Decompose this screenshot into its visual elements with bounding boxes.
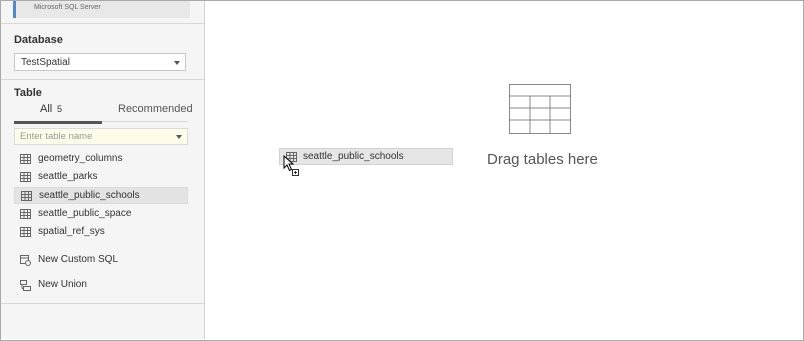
chevron-down-icon xyxy=(174,61,180,65)
table-placeholder-icon xyxy=(509,84,571,134)
table-search-input[interactable]: Enter table name xyxy=(14,128,188,145)
new-union-button[interactable]: New Union xyxy=(14,277,188,294)
database-select-value: TestSpatial xyxy=(21,57,70,68)
table-list-item[interactable]: seattle_public_space xyxy=(14,206,188,223)
divider xyxy=(1,303,204,304)
new-custom-sql-label: New Custom SQL xyxy=(38,254,119,265)
database-label: Database xyxy=(14,34,63,46)
divider xyxy=(1,79,204,80)
data-source-sidebar: Microsoft SQL Server Database TestSpatia… xyxy=(1,1,205,339)
chevron-down-icon[interactable] xyxy=(176,135,182,139)
table-grid-icon xyxy=(20,154,31,164)
table-list-item-label: spatial_ref_sys xyxy=(38,226,105,237)
tab-all-count: 5 xyxy=(57,104,63,114)
table-list-item-label: seattle_parks xyxy=(38,171,98,182)
tab-recommended[interactable]: Recommended xyxy=(102,103,193,122)
table-search-placeholder: Enter table name xyxy=(20,131,93,142)
custom-sql-icon xyxy=(20,255,31,266)
new-custom-sql-button[interactable]: New Custom SQL xyxy=(14,252,188,269)
table-grid-icon xyxy=(20,172,31,182)
table-list-item[interactable]: seattle_parks xyxy=(14,169,188,186)
tab-recommended-label: Recommended xyxy=(118,103,193,115)
connection-item[interactable]: Microsoft SQL Server xyxy=(13,1,190,18)
table-label: Table xyxy=(14,87,42,99)
table-grid-icon xyxy=(21,191,32,201)
table-list-item-label: seattle_public_schools xyxy=(39,190,140,201)
table-list-item[interactable]: geometry_columns xyxy=(14,151,188,168)
table-grid-icon xyxy=(20,227,31,237)
divider xyxy=(1,23,204,24)
tab-all[interactable]: All 5 xyxy=(14,103,102,124)
table-list-item-selected[interactable]: seattle_public_schools xyxy=(14,187,188,204)
union-icon xyxy=(20,280,31,291)
table-list-item[interactable]: spatial_ref_sys xyxy=(14,224,188,241)
tab-all-label: All xyxy=(40,103,53,115)
connection-server-type: Microsoft SQL Server xyxy=(34,4,101,11)
add-plus-icon xyxy=(292,169,299,176)
drop-hint-text: Drag tables here xyxy=(487,151,598,168)
table-list-item-label: seattle_public_space xyxy=(38,208,132,219)
dragged-table-item[interactable]: seattle_public_schools xyxy=(279,148,453,165)
new-union-label: New Union xyxy=(38,279,87,290)
table-list-item-label: geometry_columns xyxy=(38,153,123,164)
database-select[interactable]: TestSpatial xyxy=(14,53,186,71)
table-grid-icon xyxy=(20,209,31,219)
dragged-table-label: seattle_public_schools xyxy=(303,151,404,162)
